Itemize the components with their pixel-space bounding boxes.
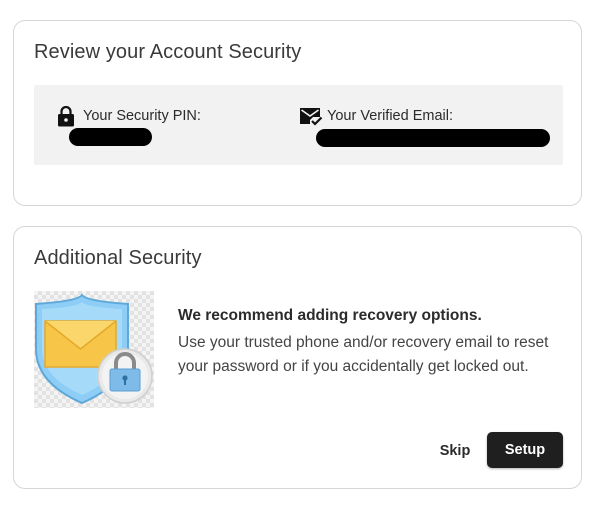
lock-icon (58, 106, 74, 127)
verified-email-redacted (316, 129, 550, 147)
verified-email-label: Your Verified Email: (327, 108, 454, 124)
additional-security-card: Additional Security We recommend adding … (13, 226, 582, 489)
skip-button[interactable]: Skip (430, 433, 480, 469)
security-pin-redacted (69, 128, 152, 146)
security-info-box: Your Security PIN: Your Verified Email: (34, 85, 563, 165)
additional-security-title: Additional Security (34, 247, 202, 269)
review-security-card: Review your Account Security Your Securi… (13, 20, 582, 206)
verified-email-icon (300, 108, 323, 126)
shield-envelope-lock-illustration (34, 291, 154, 408)
security-pin-label: Your Security PIN: (83, 108, 201, 124)
setup-button[interactable]: Setup (487, 432, 563, 468)
recommendation-body: Use your trusted phone and/or recovery e… (178, 334, 549, 375)
review-security-title: Review your Account Security (34, 41, 302, 63)
recommendation-title: We recommend adding recovery options. (178, 307, 482, 324)
